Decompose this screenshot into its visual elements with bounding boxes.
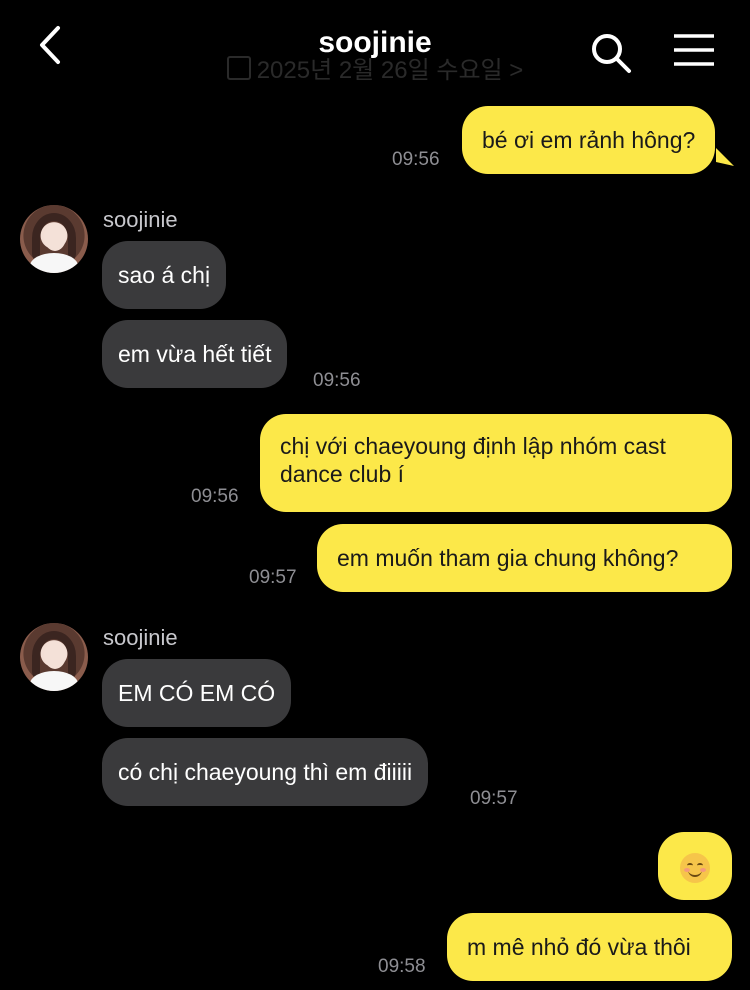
menu-icon[interactable] bbox=[672, 32, 716, 68]
message-time: 09:57 bbox=[249, 567, 297, 588]
search-icon[interactable] bbox=[590, 32, 632, 74]
sender-name: soojinie bbox=[103, 207, 178, 232]
smiling-face-emoji bbox=[680, 852, 710, 883]
message-time: 09:56 bbox=[392, 149, 440, 170]
outgoing-message-bubble[interactable]: m mê nhỏ đó vừa thôi bbox=[447, 913, 732, 981]
outgoing-emoji-bubble[interactable] bbox=[658, 832, 732, 900]
message-time: 09:58 bbox=[378, 956, 426, 977]
outgoing-message-bubble[interactable]: bé ơi em rảnh hông? bbox=[462, 106, 716, 174]
outgoing-message-bubble[interactable]: chị với chaeyoung định lập nhóm cast dan… bbox=[260, 414, 732, 512]
message-time: 09:57 bbox=[470, 788, 518, 809]
incoming-message-bubble[interactable]: em vừa hết tiết bbox=[102, 320, 288, 388]
sender-name: soojinie bbox=[103, 625, 178, 650]
chat-header: 2025년 2월 26일 수요일 > soojinie bbox=[0, 0, 750, 92]
chat-title: soojinie bbox=[318, 26, 432, 59]
message-time: 09:56 bbox=[191, 486, 239, 507]
incoming-message-bubble[interactable]: EM CÓ EM CÓ bbox=[102, 659, 292, 727]
message-time: 09:56 bbox=[313, 370, 361, 391]
avatar[interactable] bbox=[20, 623, 88, 691]
avatar[interactable] bbox=[20, 205, 88, 273]
outgoing-message-bubble[interactable]: em muốn tham gia chung không? bbox=[317, 524, 732, 592]
bubble-tail bbox=[716, 148, 734, 166]
incoming-message-bubble[interactable]: có chị chaeyoung thì em điiiii bbox=[102, 738, 429, 806]
incoming-message-bubble[interactable]: sao á chị bbox=[102, 241, 227, 309]
date-label: 2025년 2월 26일 수요일 > bbox=[256, 57, 524, 84]
